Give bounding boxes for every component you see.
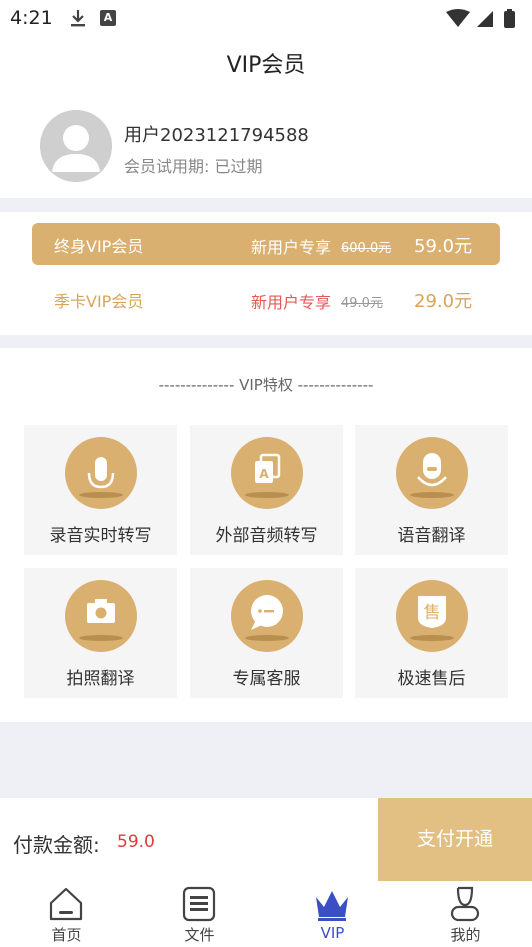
wifi-icon	[446, 9, 470, 27]
feature-tile-realtime-transcribe[interactable]: 录音实时转写	[24, 425, 177, 555]
svg-text:售: 售	[424, 603, 441, 623]
feature-tile-voice-translate[interactable]: 语音翻译	[355, 425, 508, 555]
page-title: VIP会员	[226, 53, 306, 78]
plan-price: 59.0元	[414, 236, 473, 257]
feature-tile-photo-translate[interactable]: 拍照翻译	[24, 568, 177, 698]
plan-price: 29.0元	[414, 291, 473, 312]
download-icon	[71, 10, 85, 27]
microphone-icon	[65, 437, 137, 509]
vip-privileges: -------------- VIP特权 -------------- 录音实时…	[0, 348, 532, 722]
profile-card: 用户2023121794588 会员试用期: 已过期	[0, 94, 532, 198]
avatar	[40, 110, 112, 182]
tab-label: 文件	[184, 926, 215, 944]
plan-name: 终身VIP会员	[54, 237, 144, 256]
file-icon	[182, 886, 216, 922]
feature-tile-after-sales[interactable]: 售 极速售后	[355, 568, 508, 698]
crown-icon	[316, 891, 348, 921]
feature-tile-customer-service[interactable]: 专属客服	[190, 568, 343, 698]
plan-name: 季卡VIP会员	[54, 292, 144, 311]
tab-files[interactable]: 文件	[133, 881, 266, 947]
feature-label: 极速售后	[397, 669, 466, 689]
bottom-tab-bar: 首页 文件 VIP 我的	[0, 881, 532, 947]
signal-icon	[477, 11, 493, 27]
payment-amount: 59.0	[117, 832, 155, 852]
plan-option-lifetime[interactable]: 终身VIP会员 新用户专享 600.0元 59.0元	[32, 223, 500, 265]
default-avatar-icon	[40, 110, 112, 182]
feature-tile-external-audio[interactable]: A 外部音频转写	[190, 425, 343, 555]
tab-vip[interactable]: VIP	[266, 881, 399, 947]
feature-label: 拍照翻译	[66, 669, 135, 689]
username: 用户2023121794588	[124, 125, 309, 146]
plan-original-price: 49.0元	[341, 296, 383, 311]
system-status-icons	[446, 9, 515, 28]
tab-label: 我的	[450, 926, 481, 944]
plan-original-price: 600.0元	[341, 241, 392, 256]
pay-button[interactable]: 支付开通	[378, 798, 532, 881]
audio-file-icon: A	[231, 437, 303, 509]
after-sales-icon: 售	[396, 580, 468, 652]
camera-icon	[65, 580, 137, 652]
voice-translate-icon	[396, 437, 468, 509]
feature-label: 外部音频转写	[215, 526, 318, 546]
notification-a-icon: A	[100, 10, 116, 26]
payment-label: 付款金额:	[13, 833, 100, 857]
plan-promo: 新用户专享	[251, 293, 332, 312]
feature-label: 专属客服	[232, 669, 301, 689]
header: VIP会员	[0, 38, 532, 94]
feature-label: 语音翻译	[397, 526, 466, 546]
profile-icon	[450, 886, 480, 922]
svg-text:A: A	[259, 467, 269, 481]
status-bar: 4:21 A	[0, 0, 532, 38]
membership-status: 会员试用期: 已过期	[124, 157, 263, 176]
tab-profile[interactable]: 我的	[399, 881, 532, 947]
status-time: 4:21	[10, 7, 53, 29]
chat-icon	[231, 580, 303, 652]
feature-label: 录音实时转写	[49, 526, 152, 546]
tab-label: VIP	[320, 924, 345, 942]
battery-icon	[504, 11, 515, 28]
privileges-title: -------------- VIP特权 --------------	[158, 376, 374, 394]
payment-bar: 付款金额: 59.0 支付开通	[0, 798, 532, 881]
plan-option-quarterly[interactable]: 季卡VIP会员 新用户专享 49.0元 29.0元	[32, 278, 500, 320]
tab-label: 首页	[51, 926, 82, 944]
plan-promo: 新用户专享	[251, 238, 332, 257]
plan-list: 终身VIP会员 新用户专享 600.0元 59.0元 季卡VIP会员 新用户专享…	[0, 212, 532, 335]
home-icon	[49, 887, 83, 921]
tab-home[interactable]: 首页	[0, 881, 133, 947]
